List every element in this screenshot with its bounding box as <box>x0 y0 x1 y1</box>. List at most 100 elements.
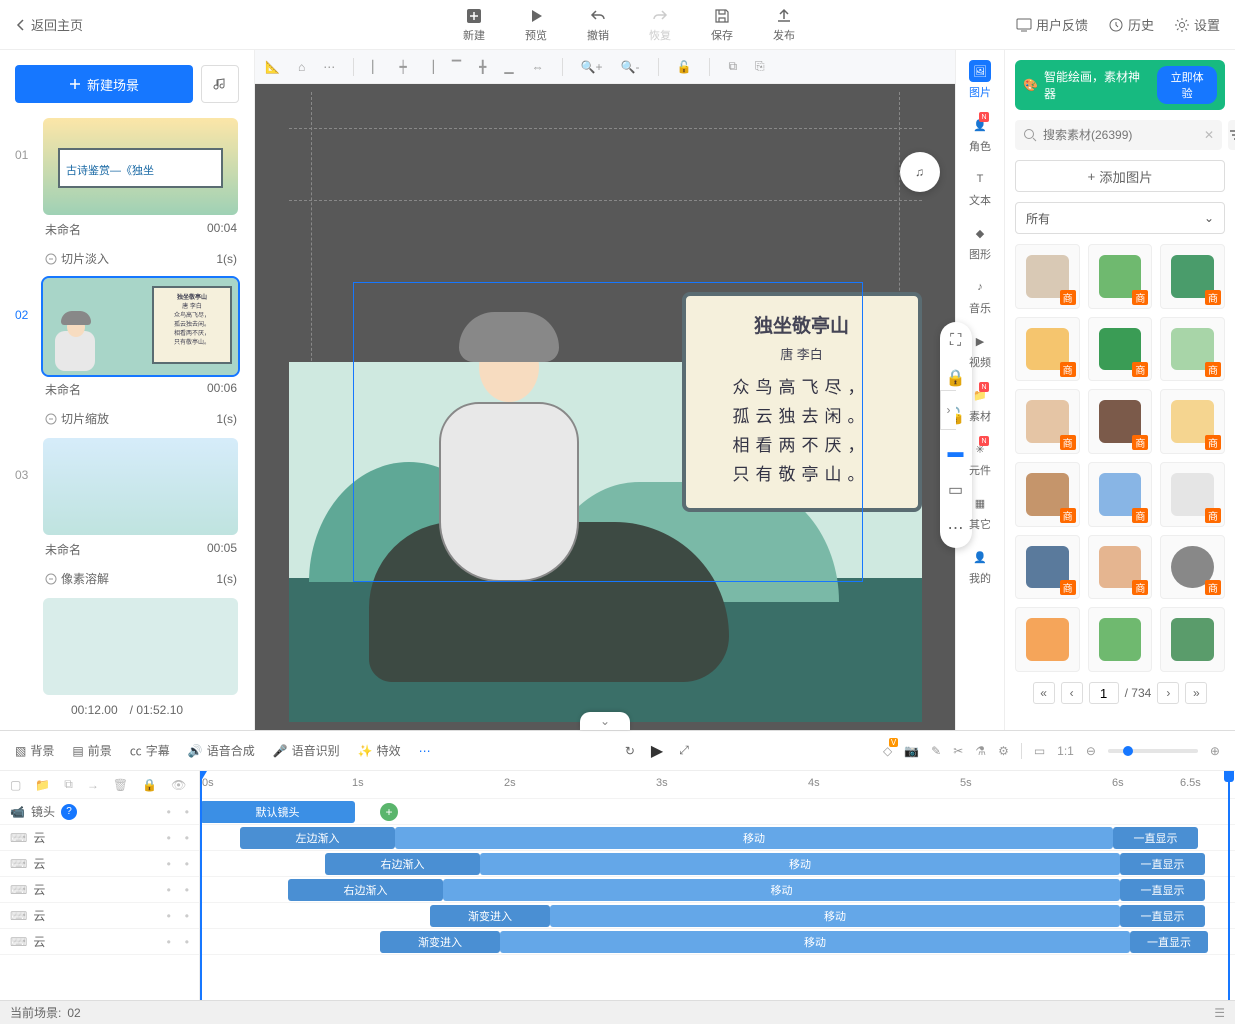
cat-mine[interactable]: 👤我的 <box>969 546 991 586</box>
lane-camera[interactable]: 默认镜头 + <box>200 799 1235 825</box>
asset-item[interactable]: 商 <box>1160 317 1225 382</box>
align-bottom-icon[interactable]: ▁ <box>504 60 513 74</box>
zoom-out-icon[interactable]: 🔍- <box>621 60 640 74</box>
new-button[interactable]: 新建 <box>463 7 485 43</box>
align-right-icon[interactable]: ▕ <box>425 60 434 74</box>
clip-move[interactable]: 移动 <box>480 853 1120 875</box>
clip-always[interactable]: 一直显示 <box>1120 879 1205 901</box>
zoom-in-icon[interactable]: 🔍+ <box>581 60 603 74</box>
clip-move[interactable]: 移动 <box>443 879 1120 901</box>
pager-last[interactable]: » <box>1185 682 1207 704</box>
filter-button[interactable] <box>1228 120 1235 150</box>
more-icon[interactable]: ⋯ <box>323 60 335 74</box>
track-cloud[interactable]: ⌨云•• <box>0 929 199 955</box>
filter-icon[interactable]: ⚗ <box>975 744 986 758</box>
asset-item[interactable]: 商 <box>1088 535 1153 600</box>
help-icon[interactable]: ? <box>61 804 77 820</box>
playhead[interactable] <box>200 771 202 1000</box>
clip-move[interactable]: 移动 <box>550 905 1120 927</box>
asset-item[interactable] <box>1015 607 1080 672</box>
cat-asset[interactable]: N📁素材 <box>969 384 991 424</box>
unlock-icon[interactable]: 🔓 <box>677 60 692 74</box>
asset-item[interactable]: 商 <box>1088 462 1153 527</box>
loop-icon[interactable]: ↻ <box>625 744 635 758</box>
poet-character[interactable] <box>409 302 609 582</box>
scene-item-04[interactable] <box>15 598 239 695</box>
lock-icon[interactable]: 🔒 <box>142 778 157 792</box>
cat-video[interactable]: ▶视频 <box>969 330 991 370</box>
clip-always[interactable]: 一直显示 <box>1130 931 1208 953</box>
lane[interactable]: 左边渐入 移动 一直显示 <box>200 825 1235 851</box>
align-left-icon[interactable]: ▏ <box>372 60 381 74</box>
asset-item[interactable]: 商 <box>1015 389 1080 454</box>
clip-always[interactable]: 一直显示 <box>1120 905 1205 927</box>
duplicate-icon[interactable]: ⧉ <box>64 777 73 792</box>
category-select[interactable]: 所有 ⌄ <box>1015 202 1225 234</box>
cat-shape[interactable]: ◆图形 <box>969 222 991 262</box>
pager-next[interactable]: › <box>1157 682 1179 704</box>
save-button[interactable]: 保存 <box>711 7 733 43</box>
scene-item-02[interactable]: 02 独坐敬亭山唐 李白众鸟高飞尽，孤云独去闲。相看两不厌，只有敬亭山。 未命名… <box>15 278 239 433</box>
tl-tab-tts[interactable]: 🔊语音合成 <box>188 742 255 759</box>
add-keyframe-icon[interactable]: + <box>380 803 398 821</box>
asset-item[interactable]: 商 <box>1015 462 1080 527</box>
lane[interactable]: 右边渐入 移动 一直显示 <box>200 877 1235 903</box>
ai-try-button[interactable]: 立即体验 <box>1157 66 1217 104</box>
clip-enter[interactable]: 渐变进入 <box>380 931 500 953</box>
add-layer-icon[interactable]: ▢ <box>10 778 21 792</box>
end-marker[interactable] <box>1228 771 1230 1000</box>
track-camera[interactable]: 📹 镜头 ? •• <box>0 799 199 825</box>
ruler-icon[interactable]: 📐 <box>265 60 280 74</box>
eye-icon[interactable]: 👁 <box>171 778 186 792</box>
asset-item[interactable] <box>1088 607 1153 672</box>
music-fab[interactable]: ♫ <box>900 152 940 192</box>
pager-input[interactable] <box>1089 682 1119 704</box>
zoom-slider[interactable] <box>1108 749 1198 753</box>
asset-item[interactable]: 商 <box>1088 244 1153 309</box>
cat-text[interactable]: T文本 <box>969 168 991 208</box>
cat-component[interactable]: N✳元件 <box>969 438 991 478</box>
search-box[interactable]: ✕ <box>1015 120 1222 150</box>
tl-tab-asr[interactable]: 🎤语音识别 <box>273 742 340 759</box>
align-top-icon[interactable]: ▔ <box>452 60 461 74</box>
tl-tab-bg[interactable]: ▧背景 <box>15 742 54 759</box>
expand-handle[interactable]: ⌄ <box>580 712 630 730</box>
arrow-icon[interactable]: → <box>87 778 99 792</box>
pager-first[interactable]: « <box>1033 682 1055 704</box>
clip-default-camera[interactable]: 默认镜头 <box>200 801 355 823</box>
scene-item-03[interactable]: 03 未命名00:05 像素溶解 1(s) <box>15 438 239 593</box>
asset-item[interactable]: 商 <box>1088 389 1153 454</box>
scene-item-01[interactable]: 01 古诗鉴赏—《独坐 未命名00:04 切片淡入 1(s) <box>15 118 239 273</box>
edit-icon[interactable]: ✎ <box>931 744 941 758</box>
distribute-h-icon[interactable]: ⇔ <box>532 60 544 74</box>
lock-icon[interactable]: 🔒 <box>946 368 966 388</box>
settings-button[interactable]: 设置 <box>1174 15 1220 34</box>
zoom-out-icon[interactable]: ⊖ <box>1086 744 1096 758</box>
clip-enter[interactable]: 左边渐入 <box>240 827 395 849</box>
scene-thumbnail[interactable]: 古诗鉴赏—《独坐 <box>43 118 238 215</box>
asset-item[interactable]: 商 <box>1160 389 1225 454</box>
lane[interactable]: 右边渐入 移动 一直显示 <box>200 851 1235 877</box>
publish-button[interactable]: 发布 <box>773 7 795 43</box>
cut-icon[interactable]: ✂ <box>953 744 963 758</box>
tablet-icon[interactable]: ▭ <box>948 480 963 500</box>
scene-thumbnail[interactable]: 独坐敬亭山唐 李白众鸟高飞尽，孤云独去闲。相看两不厌，只有敬亭山。 <box>43 278 238 375</box>
clip-move[interactable]: 移动 <box>395 827 1113 849</box>
copy-icon[interactable]: ⧉ <box>728 59 737 74</box>
fit-icon[interactable]: 1:1 <box>1057 744 1074 758</box>
gear-icon[interactable]: ⚙ <box>998 744 1009 758</box>
timeline-tracks[interactable]: 0s 1s 2s 3s 4s 5s 6s 6.5s 默认镜头 + 左边渐入 移动… <box>200 771 1235 1000</box>
new-scene-button[interactable]: 新建场景 <box>15 65 193 103</box>
cat-role[interactable]: N👤角色 <box>969 114 991 154</box>
device-icon[interactable]: ▬ <box>948 444 964 462</box>
align-center-v-icon[interactable]: ╋ <box>479 60 486 74</box>
asset-item[interactable]: 商 <box>1160 535 1225 600</box>
zoom-in-icon[interactable]: ⊕ <box>1210 744 1220 758</box>
scene-thumbnail[interactable] <box>43 598 238 695</box>
search-input[interactable] <box>1043 128 1198 142</box>
tl-tab-more[interactable]: ⋯ <box>419 744 431 758</box>
clip-always[interactable]: 一直显示 <box>1113 827 1198 849</box>
undo-button[interactable]: 撤销 <box>587 7 609 43</box>
clip-move[interactable]: 移动 <box>500 931 1130 953</box>
canvas-stage[interactable]: 独坐敬亭山 唐 李白 众鸟高飞尽， 孤云独去闲。 相看两不厌， 只有敬亭山。 ♫… <box>255 84 955 730</box>
